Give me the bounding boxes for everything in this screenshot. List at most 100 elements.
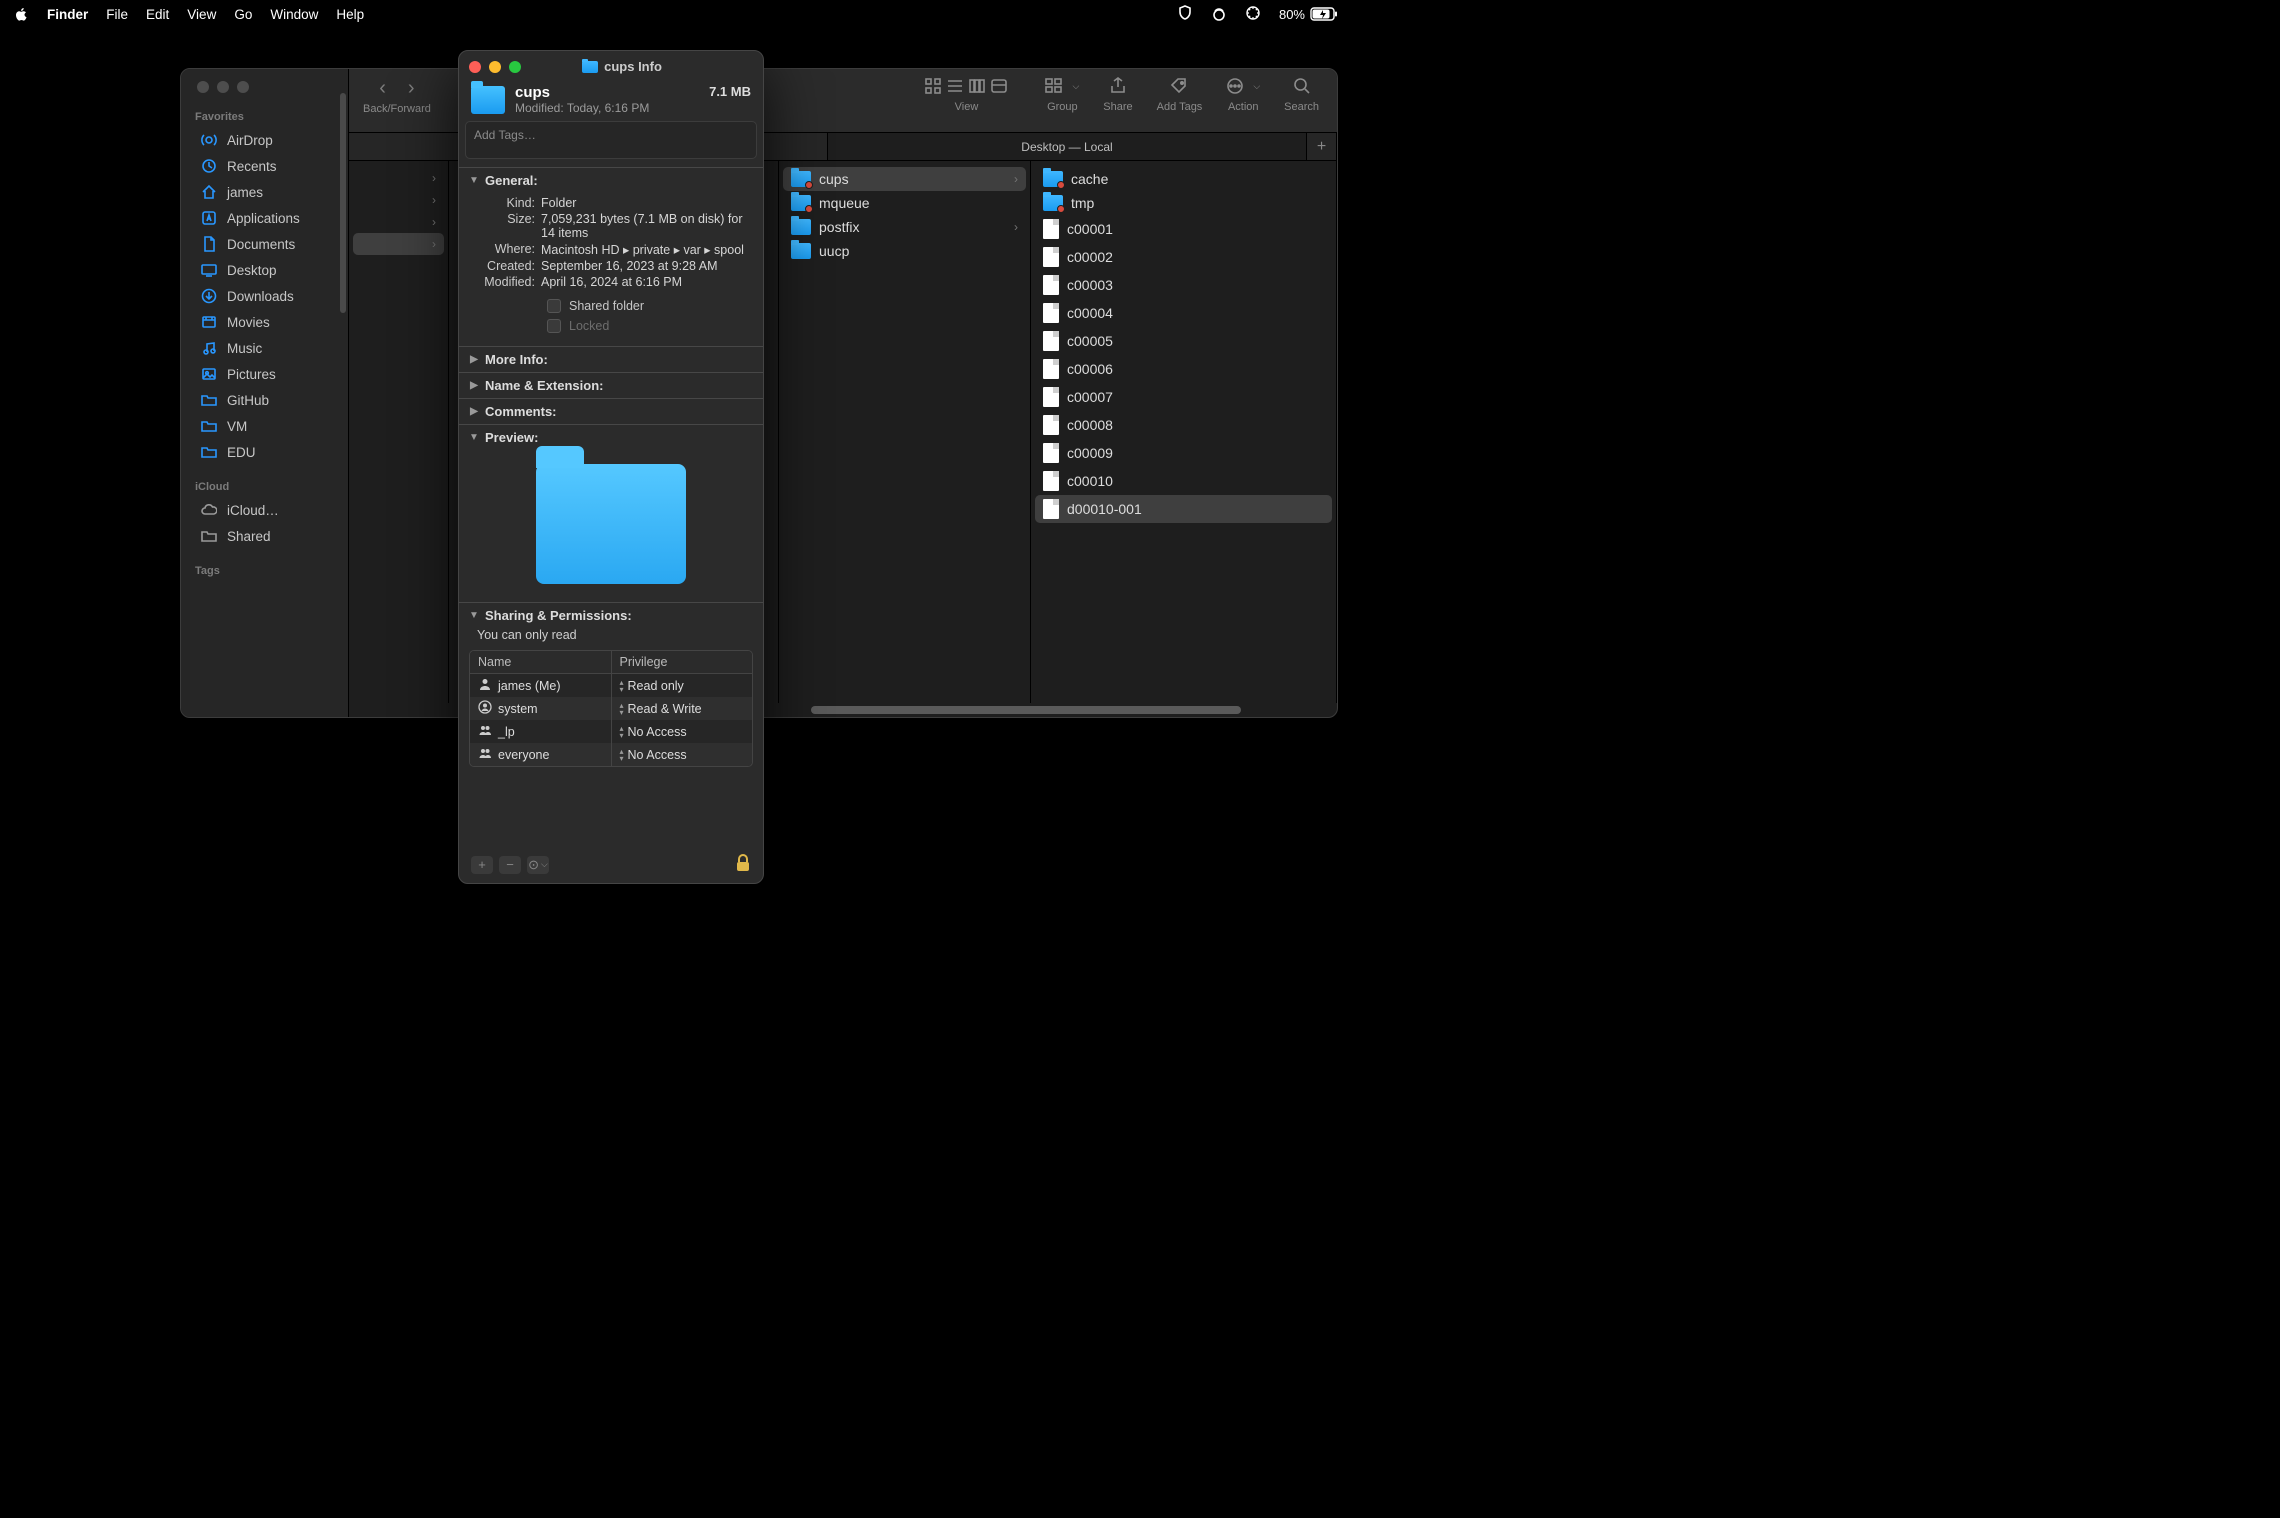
sidebar-item-recents[interactable]: Recents	[185, 153, 344, 179]
sidebar-item-shared[interactable]: Shared	[185, 523, 344, 549]
sidebar-item-vm[interactable]: VM	[185, 413, 344, 439]
sidebar-item-documents[interactable]: Documents	[185, 231, 344, 257]
section-more-info-header[interactable]: ▶More Info:	[459, 347, 763, 372]
permission-row[interactable]: system▴▾Read & Write	[470, 697, 752, 720]
menu-help[interactable]: Help	[336, 7, 364, 22]
info-kind: Folder	[541, 196, 753, 210]
sidebar-item-movies[interactable]: Movies	[185, 309, 344, 335]
sidebar-item-github[interactable]: GitHub	[185, 387, 344, 413]
battery-percent: 80%	[1279, 7, 1305, 22]
sidebar-item-edu[interactable]: EDU	[185, 439, 344, 465]
view-mode-buttons[interactable]: View	[901, 73, 1031, 113]
permissions-note: You can only read	[459, 628, 763, 650]
list-item[interactable]: c00010	[1035, 467, 1332, 495]
sidebar-item-airdrop[interactable]: AirDrop	[185, 127, 344, 153]
menu-edit[interactable]: Edit	[146, 7, 169, 22]
list-item[interactable]: c00004	[1035, 299, 1332, 327]
search-button[interactable]: Search	[1274, 73, 1329, 113]
list-item[interactable]: c00005	[1035, 327, 1332, 355]
window-controls	[181, 69, 348, 105]
finder-column-cups: cachetmpc00001c00002c00003c00004c00005c0…	[1031, 161, 1337, 703]
list-item[interactable]: ›	[353, 233, 444, 255]
permission-row[interactable]: james (Me)▴▾Read only	[470, 674, 752, 697]
section-preview-header[interactable]: ▼Preview:	[459, 425, 763, 450]
info-titlebar[interactable]: cups Info	[459, 51, 763, 82]
shield-icon[interactable]	[1177, 5, 1193, 24]
folder-icon	[471, 86, 505, 114]
finder-column-spool: cups›mqueuepostfix›uucp	[779, 161, 1031, 703]
add-tags-button[interactable]: Add Tags	[1147, 73, 1213, 113]
info-modified: April 16, 2024 at 6:16 PM	[541, 275, 753, 289]
zoom-button[interactable]	[237, 81, 249, 93]
close-button[interactable]	[197, 81, 209, 93]
minimize-button[interactable]	[217, 81, 229, 93]
finder-column-prev: › › › ›	[349, 161, 449, 703]
info-item-name: cups	[515, 84, 699, 101]
list-item[interactable]: cache	[1035, 167, 1332, 191]
list-item[interactable]: postfix›	[783, 215, 1026, 239]
list-item[interactable]: d00010-001	[1035, 495, 1332, 523]
list-item[interactable]: c00009	[1035, 439, 1332, 467]
permission-action-button[interactable]: ⊙⌵	[527, 856, 549, 874]
lock-icon[interactable]	[735, 854, 751, 875]
list-item[interactable]: c00003	[1035, 271, 1332, 299]
status-icon-2[interactable]	[1245, 5, 1261, 24]
battery-indicator[interactable]: 80%	[1279, 7, 1338, 22]
list-item[interactable]: ›	[353, 189, 444, 211]
sidebar-item-icloud[interactable]: iCloud…	[185, 497, 344, 523]
permission-row[interactable]: _lp▴▾No Access	[470, 720, 752, 743]
menu-go[interactable]: Go	[234, 7, 252, 22]
info-created: September 16, 2023 at 9:28 AM	[541, 259, 753, 273]
app-name[interactable]: Finder	[47, 7, 88, 22]
sidebar-item-applications[interactable]: Applications	[185, 205, 344, 231]
section-name-ext-header[interactable]: ▶Name & Extension:	[459, 373, 763, 398]
permissions-table: NamePrivilege james (Me)▴▾Read onlysyste…	[469, 650, 753, 767]
sidebar-section-tags: Tags	[181, 559, 348, 581]
list-item[interactable]: c00001	[1035, 215, 1332, 243]
menu-view[interactable]: View	[187, 7, 216, 22]
section-general-header[interactable]: ▼General:	[459, 168, 763, 193]
menu-file[interactable]: File	[106, 7, 128, 22]
list-item[interactable]: uucp	[783, 239, 1026, 263]
forward-button[interactable]: ›	[408, 77, 415, 100]
finder-tab-new[interactable]: +	[1307, 133, 1337, 160]
section-sharing-header[interactable]: ▼Sharing & Permissions:	[459, 603, 763, 628]
list-item[interactable]: mqueue	[783, 191, 1026, 215]
list-item[interactable]: tmp	[1035, 191, 1332, 215]
menu-window[interactable]: Window	[270, 7, 318, 22]
close-button[interactable]	[469, 61, 481, 73]
back-button[interactable]: ‹	[379, 77, 386, 100]
minimize-button[interactable]	[489, 61, 501, 73]
sidebar-scrollbar[interactable]	[340, 93, 346, 313]
zoom-button[interactable]	[509, 61, 521, 73]
list-item[interactable]: c00007	[1035, 383, 1332, 411]
sidebar-item-james[interactable]: james	[185, 179, 344, 205]
remove-permission-button[interactable]: −	[499, 856, 521, 874]
sidebar-item-downloads[interactable]: Downloads	[185, 283, 344, 309]
status-icon-1[interactable]	[1211, 5, 1227, 24]
info-footer: + − ⊙⌵	[459, 846, 763, 883]
list-item[interactable]: c00008	[1035, 411, 1332, 439]
locked-checkbox[interactable]: Locked	[479, 316, 753, 336]
add-tags-field[interactable]: Add Tags…	[465, 121, 757, 159]
shared-folder-checkbox[interactable]: Shared folder	[479, 296, 753, 316]
apple-menu-icon[interactable]	[14, 7, 29, 22]
sidebar-item-desktop[interactable]: Desktop	[185, 257, 344, 283]
group-button[interactable]: ⌵ Group	[1035, 73, 1089, 113]
list-item[interactable]: ›	[353, 211, 444, 233]
share-button[interactable]: Share	[1093, 73, 1142, 113]
sidebar-item-music[interactable]: Music	[185, 335, 344, 361]
list-item[interactable]: ›	[353, 167, 444, 189]
get-info-window: cups Info cups Modified: Today, 6:16 PM …	[458, 50, 764, 884]
add-permission-button[interactable]: +	[471, 856, 493, 874]
action-button[interactable]: ⌵ Action	[1216, 73, 1270, 113]
permission-row[interactable]: everyone▴▾No Access	[470, 743, 752, 766]
list-item[interactable]: cups›	[783, 167, 1026, 191]
finder-sidebar: Favorites AirDropRecentsjamesApplication…	[181, 69, 349, 717]
list-item[interactable]: c00006	[1035, 355, 1332, 383]
sidebar-item-pictures[interactable]: Pictures	[185, 361, 344, 387]
section-comments-header[interactable]: ▶Comments:	[459, 399, 763, 424]
list-item[interactable]: c00002	[1035, 243, 1332, 271]
finder-tab-2[interactable]: Desktop — Local	[828, 133, 1307, 160]
info-size: 7,059,231 bytes (7.1 MB on disk) for 14 …	[541, 212, 753, 240]
